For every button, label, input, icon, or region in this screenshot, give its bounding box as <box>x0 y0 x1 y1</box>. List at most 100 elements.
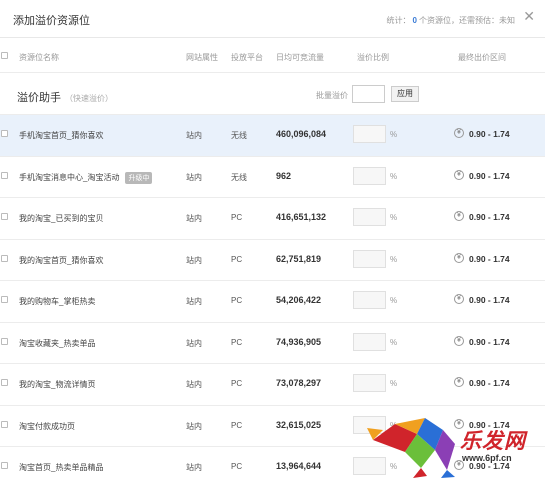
premium-rate-input[interactable] <box>353 332 386 351</box>
bid-range: 0.90 - 1.74 <box>469 253 510 264</box>
helper-title: 溢价助手 （快速溢价） <box>17 89 113 105</box>
daily-flow: 54,206,422 <box>276 295 322 305</box>
row-checkbox[interactable] <box>1 130 8 137</box>
row-checkbox[interactable] <box>1 337 8 345</box>
bid-range: 0.90 - 1.74 <box>469 212 510 222</box>
resource-name: 手机淘宝消息中心_淘宝活动 升级中 <box>19 171 153 184</box>
bid-range: 0.90 - 1.74 <box>469 295 510 305</box>
watermark-url: www.6pf.cn <box>462 453 512 463</box>
table-row[interactable]: 我的淘宝首页_猜你喜欢 站内 PC 62,751,819% ¥0.90 - 1.74 <box>0 239 545 281</box>
site-attr: 站内 <box>186 255 202 265</box>
daily-flow: 62,751,819 <box>276 253 322 264</box>
site-attr: 站内 <box>186 380 202 389</box>
yen-icon: ¥ <box>454 377 464 387</box>
resource-name-text: 淘宝收藏夹_热卖单品 <box>19 338 96 348</box>
watermark-logo-text: 乐发网 <box>460 430 526 453</box>
resource-name: 我的淘宝_已买到的宝贝 <box>19 213 103 224</box>
close-icon[interactable]: ✕ <box>523 9 535 23</box>
row-checkbox[interactable] <box>1 171 8 179</box>
col-header-name: 资源位名称 <box>19 53 59 62</box>
percent-sign: % <box>390 296 398 305</box>
premium-rate-input[interactable] <box>353 166 386 185</box>
percent-sign: % <box>390 213 398 222</box>
summary-suffix: 个资源位，还需预估：未知 <box>419 16 515 25</box>
premium-rate-input[interactable] <box>353 208 386 226</box>
select-all-checkbox[interactable] <box>1 52 8 59</box>
selection-summary: 统计： 0 个资源位，还需预估：未知 <box>387 15 515 26</box>
resource-name-text: 淘宝首页_热卖单品精品 <box>19 463 104 472</box>
daily-flow: 416,651,132 <box>276 212 327 222</box>
summary-prefix: 统计： <box>386 16 411 25</box>
bid-range: 0.90 - 1.74 <box>469 170 510 181</box>
row-checkbox[interactable] <box>1 379 8 386</box>
resource-name: 淘宝首页_热卖单品精品 <box>19 462 103 473</box>
resource-name-text: 手机淘宝首页_猜你喜欢 <box>19 131 104 140</box>
batch-premium-input[interactable] <box>352 85 385 103</box>
resource-name: 我的淘宝_物流详情页 <box>19 379 95 390</box>
yen-icon: ¥ <box>454 169 464 180</box>
dialog-title: 添加溢价资源位 <box>13 15 90 27</box>
col-header-rate: 溢价比例 <box>357 53 389 62</box>
premium-rate-input[interactable] <box>353 125 386 143</box>
daily-flow: 13,964,644 <box>276 461 322 471</box>
resource-name: 我的淘宝首页_猜你喜欢 <box>19 255 103 266</box>
site-attr: 站内 <box>186 463 202 472</box>
percent-sign: % <box>390 171 398 181</box>
row-checkbox[interactable] <box>1 420 8 428</box>
status-badge: 升级中 <box>125 171 153 184</box>
table-row[interactable]: 我的淘宝_已买到的宝贝 站内 PC 416,651,132% ¥0.90 - 1.74 <box>0 198 545 240</box>
premium-rate-input[interactable] <box>353 374 386 392</box>
site-attr: 站内 <box>186 131 202 140</box>
daily-flow: 73,078,297 <box>276 378 322 388</box>
platform: PC <box>231 420 243 430</box>
table-header: 资源位名称 网站属性 投放平台 日均可竞流量 溢价比例 最终出价区间 <box>0 39 545 73</box>
premium-rate-input[interactable] <box>353 291 386 309</box>
table-row[interactable]: 手机淘宝首页_猜你喜欢 站内 无线 460,096,084% ¥0.90 - 1.74 <box>0 115 545 157</box>
apply-button[interactable]: 应用 <box>391 86 419 102</box>
site-attr: 站内 <box>186 214 202 223</box>
row-checkbox[interactable] <box>1 462 8 469</box>
resource-name-text: 我的淘宝_物流详情页 <box>19 380 96 389</box>
daily-flow: 460,096,084 <box>276 129 327 139</box>
helper-title-text: 溢价助手 <box>17 92 61 104</box>
table-row[interactable]: 我的淘宝_物流详情页 站内 PC 73,078,297% ¥0.90 - 1.74 <box>0 364 545 406</box>
batch-premium-label: 批量溢价 <box>316 91 348 100</box>
col-header-attr: 网站属性 <box>186 53 218 62</box>
resource-name-text: 手机淘宝消息中心_淘宝活动 <box>19 172 120 182</box>
premium-rate-input[interactable] <box>353 249 386 268</box>
daily-flow: 32,615,025 <box>276 419 322 430</box>
resource-name-text: 我的淘宝首页_猜你喜欢 <box>19 255 104 265</box>
dialog-header: 添加溢价资源位 统计： 0 个资源位，还需预估：未知 ✕ <box>0 0 545 38</box>
table-row[interactable]: 我的购物车_掌柜热卖 站内 PC 54,206,422% ¥0.90 - 1.74 <box>0 281 545 323</box>
row-checkbox[interactable] <box>1 296 8 303</box>
percent-sign: % <box>390 130 398 139</box>
table-row[interactable]: 淘宝收藏夹_热卖单品 站内 PC 74,936,905% ¥0.90 - 1.74 <box>0 322 545 364</box>
platform: PC <box>231 462 243 471</box>
resource-name: 淘宝付款成功页 <box>19 421 75 432</box>
col-header-range: 最终出价区间 <box>458 53 506 62</box>
col-header-flow: 日均可竞流量 <box>276 53 324 62</box>
yen-icon: ¥ <box>454 335 464 346</box>
platform: PC <box>231 254 243 264</box>
row-checkbox[interactable] <box>1 213 8 220</box>
site-attr: 站内 <box>186 421 202 431</box>
site-attr: 站内 <box>186 297 202 306</box>
bid-range: 0.90 - 1.74 <box>469 378 510 388</box>
platform: 无线 <box>231 131 247 140</box>
yen-icon: ¥ <box>454 211 464 221</box>
daily-flow: 74,936,905 <box>276 336 322 347</box>
yen-icon: ¥ <box>454 128 464 138</box>
resource-name-text: 我的淘宝_已买到的宝贝 <box>19 214 104 223</box>
platform: PC <box>231 213 243 222</box>
table-row[interactable]: 手机淘宝消息中心_淘宝活动 升级中 站内 无线 962% ¥0.90 - 1.74 <box>0 156 545 198</box>
platform: PC <box>231 296 243 305</box>
bid-range: 0.90 - 1.74 <box>469 336 510 347</box>
site-attr: 站内 <box>186 338 202 348</box>
percent-sign: % <box>390 379 398 388</box>
yen-icon: ¥ <box>454 294 464 304</box>
platform: 无线 <box>231 172 247 182</box>
helper-subtitle: （快速溢价） <box>65 94 113 103</box>
percent-sign: % <box>390 337 398 347</box>
resource-name: 手机淘宝首页_猜你喜欢 <box>19 130 103 141</box>
row-checkbox[interactable] <box>1 254 8 262</box>
